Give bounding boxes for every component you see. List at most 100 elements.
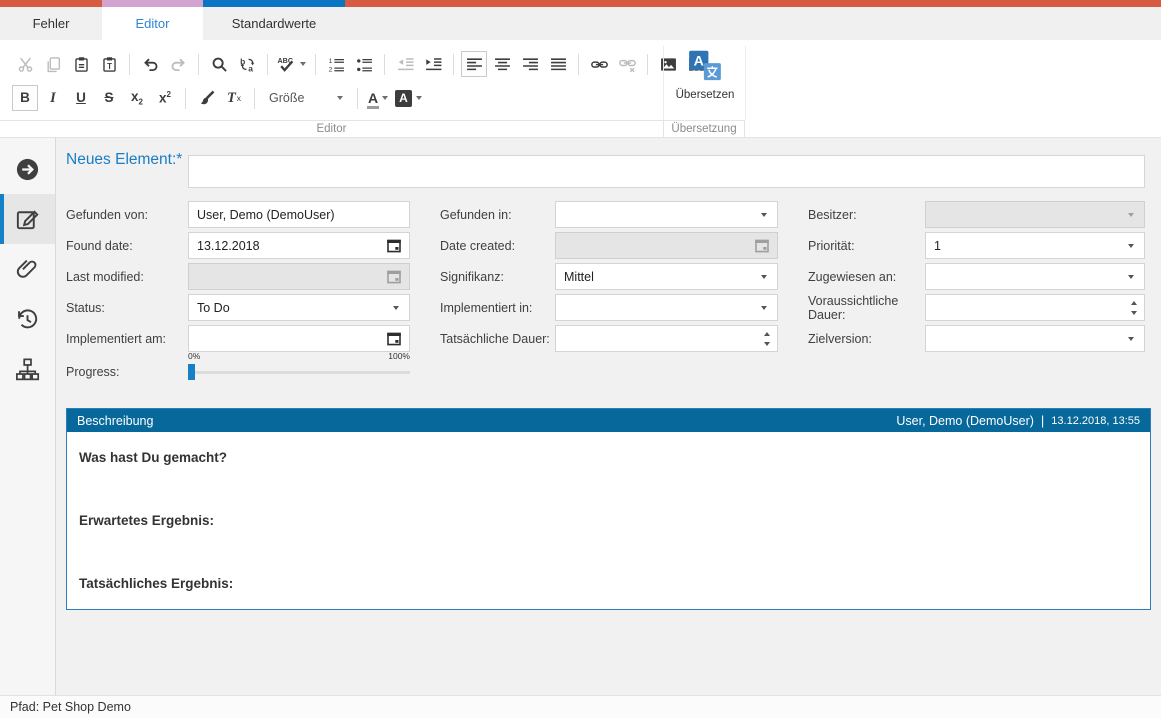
spin-down-icon[interactable] <box>1131 311 1137 315</box>
align-left-icon <box>466 56 483 73</box>
field-select-priorität[interactable]: 1 <box>925 232 1145 259</box>
sidebar-item-attachment[interactable] <box>0 244 55 294</box>
description-line: Was hast Du gemacht? <box>79 450 227 465</box>
underline-button[interactable]: U <box>68 85 94 111</box>
bg-color-button[interactable]: A <box>393 85 424 111</box>
field-select-gefunden-in[interactable] <box>555 201 778 228</box>
sidebar-item-hierarchy[interactable] <box>0 344 55 394</box>
sidebar-item-history[interactable] <box>0 294 55 344</box>
spin-up-icon[interactable] <box>1131 301 1137 305</box>
progress-slider-track[interactable] <box>188 371 410 374</box>
progress-slider-thumb[interactable] <box>188 364 195 380</box>
description-meta-separator: | <box>1034 413 1051 428</box>
ribbon-group-divider <box>745 46 746 120</box>
undo-icon <box>142 56 159 73</box>
ordered-list-button[interactable]: 12 <box>323 51 349 77</box>
align-justify-button[interactable] <box>545 51 571 77</box>
copy-button <box>40 51 66 77</box>
search-icon <box>211 56 228 73</box>
superscript-button[interactable]: x2 <box>152 85 178 111</box>
indent-icon <box>425 56 442 73</box>
translate-icon: A <box>688 50 722 85</box>
spinner-buttons[interactable] <box>764 332 770 346</box>
field-label-found-date: Found date: <box>66 232 184 259</box>
cut-icon <box>17 56 34 73</box>
field-date-found-date[interactable]: 13.12.2018 <box>188 232 410 259</box>
new-element-label: Neues Element:* <box>66 150 186 170</box>
field-label-voraussichtliche-dauer: Voraussichtliche Dauer: <box>808 294 920 321</box>
tab-color-strip <box>0 0 1161 7</box>
subscript-button[interactable]: x2 <box>124 85 150 111</box>
replace-button[interactable]: ba <box>234 51 260 77</box>
field-label-implementiert-in: Implementiert in: <box>440 294 552 321</box>
calendar-icon <box>386 331 402 347</box>
italic-button[interactable]: I <box>40 85 66 111</box>
spin-down-icon[interactable] <box>764 342 770 346</box>
field-value: To Do <box>197 301 401 315</box>
bold-button[interactable]: B <box>12 85 38 111</box>
sidebar-item-forward-circle[interactable] <box>0 144 55 194</box>
select-caret-icon <box>761 306 767 310</box>
svg-text:2: 2 <box>328 66 332 72</box>
select-caret-icon <box>761 213 767 217</box>
link-button[interactable] <box>586 51 612 77</box>
dropdown-caret-icon <box>416 96 422 100</box>
align-right-icon <box>522 56 539 73</box>
text-color-button[interactable]: A <box>365 85 391 111</box>
select-caret-icon <box>1128 275 1134 279</box>
spellcheck-button[interactable]: ABC <box>275 51 308 77</box>
field-label-tatsächliche-dauer: Tatsächliche Dauer: <box>440 325 552 352</box>
hierarchy-icon <box>14 356 41 383</box>
description-panel: Beschreibung User, Demo (DemoUser) | 13.… <box>66 408 1151 610</box>
undo-button[interactable] <box>137 51 163 77</box>
format-painter-button[interactable] <box>193 85 219 111</box>
paste-button[interactable] <box>68 51 94 77</box>
field-spin-voraussichtliche-dauer[interactable] <box>925 294 1145 321</box>
field-select-signifikanz[interactable]: Mittel <box>555 263 778 290</box>
select-caret-icon <box>1128 337 1134 341</box>
field-date-implementiert-am[interactable] <box>188 325 410 352</box>
progress-max-label: 100% <box>388 351 410 361</box>
field-label-last-modified: Last modified: <box>66 263 184 290</box>
calendar-icon <box>386 238 402 254</box>
field-value: 1 <box>934 239 1136 253</box>
field-spin-tatsächliche-dauer[interactable] <box>555 325 778 352</box>
strikethrough-button[interactable]: S <box>96 85 122 111</box>
align-left-button[interactable] <box>461 51 487 77</box>
paste-text-button[interactable]: T <box>96 51 122 77</box>
redo-icon <box>170 56 187 73</box>
indent-button[interactable] <box>420 51 446 77</box>
field-date-date-created <box>555 232 778 259</box>
translate-button[interactable]: A Übersetzen <box>666 46 744 120</box>
translate-button-label: Übersetzen <box>676 89 735 101</box>
field-select-status[interactable]: To Do <box>188 294 410 321</box>
new-element-input[interactable] <box>188 155 1145 188</box>
select-caret-icon <box>393 306 399 310</box>
progress-minmax-labels: 0%100% <box>188 351 410 361</box>
format-painter-icon <box>198 90 215 107</box>
paste-icon <box>73 56 90 73</box>
search-button[interactable] <box>206 51 232 77</box>
field-label-implementiert-am: Implementiert am: <box>66 325 184 352</box>
sidebar-item-edit[interactable] <box>0 194 55 244</box>
field-text-gefunden-von[interactable]: User, Demo (DemoUser) <box>188 201 410 228</box>
spin-up-icon[interactable] <box>764 332 770 336</box>
field-select-zielversion[interactable] <box>925 325 1145 352</box>
spinner-buttons[interactable] <box>1131 301 1137 315</box>
field-select-implementiert-in[interactable] <box>555 294 778 321</box>
align-right-button[interactable] <box>517 51 543 77</box>
tab-fehler[interactable]: Fehler <box>0 7 102 40</box>
bullet-list-button[interactable] <box>351 51 377 77</box>
toolbar-separator <box>254 88 255 109</box>
tab-standardwerte[interactable]: Standardwerte <box>203 7 345 40</box>
tab-editor[interactable]: Editor <box>102 7 203 40</box>
align-center-button[interactable] <box>489 51 515 77</box>
calendar-icon <box>754 238 770 254</box>
font-size-button[interactable]: Größe <box>262 85 350 111</box>
field-label-besitzer: Besitzer: <box>808 201 920 228</box>
description-meta: User, Demo (DemoUser) | 13.12.2018, 13:5… <box>896 413 1140 428</box>
field-select-zugewiesen-an[interactable] <box>925 263 1145 290</box>
clear-format-button[interactable]: Tx <box>221 85 247 111</box>
field-label-date-created: Date created: <box>440 232 552 259</box>
field-select-besitzer <box>925 201 1145 228</box>
